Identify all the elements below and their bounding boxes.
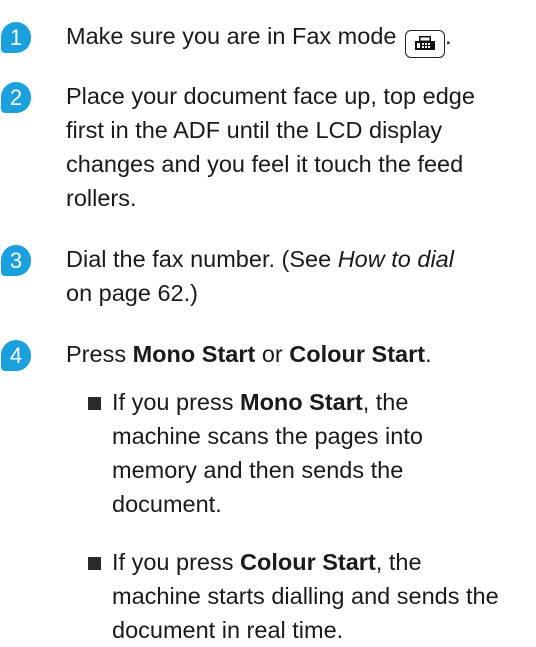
step-1-text: Make sure you are in Fax mode .: [66, 19, 531, 58]
bullet-lead: If you press: [112, 389, 240, 415]
bullet-text: If you press Mono Start, the machine sca…: [112, 385, 423, 521]
step-3-text: Dial the fax number. (See How to dial on…: [66, 242, 531, 310]
step-2-line: first in the ADF until the LCD display: [66, 117, 443, 143]
step-4-or-text: or: [255, 341, 290, 367]
step-number-badge: 1: [1, 22, 31, 53]
fax-icon: [415, 36, 435, 50]
step-2-line: rollers.: [66, 185, 137, 211]
bullet-line: machine starts dialling and sends the: [112, 583, 499, 609]
step-4-text: Press Mono Start or Colour Start.: [66, 337, 531, 371]
step-4-press-text: Press: [66, 341, 133, 367]
step-number-badge: 3: [1, 245, 31, 276]
bullet-line: machine scans the pages into: [112, 423, 423, 449]
bullet-line: document in real time.: [112, 617, 344, 643]
mono-start-key: Mono Start: [240, 389, 363, 415]
step-1-period: .: [445, 23, 452, 49]
colour-start-key: Colour Start: [240, 549, 376, 575]
mono-start-key: Mono Start: [132, 341, 256, 367]
step-2-line: changes and you feel it touch the feed: [66, 151, 464, 177]
bullet-after: , the: [375, 549, 422, 575]
step-number-badge: 2: [1, 82, 31, 113]
bullet-square-icon: [88, 557, 101, 570]
step-2-line: Place your document face up, top edge: [66, 83, 475, 109]
bullet-line: document.: [112, 491, 222, 517]
step-3-instruction: Dial the fax number. (See: [66, 246, 338, 272]
step-2-text: Place your document face up, top edge fi…: [66, 79, 531, 215]
step-1-instruction: Make sure you are in Fax mode: [66, 23, 397, 49]
bullet-lead: If you press: [112, 549, 240, 575]
bullet-after: , the: [362, 389, 409, 415]
bullet-square-icon: [88, 397, 101, 410]
step-number-badge: 4: [1, 340, 31, 371]
how-to-dial-reference: How to dial: [337, 246, 454, 272]
step-4-period: .: [425, 341, 432, 367]
colour-start-key: Colour Start: [289, 341, 426, 367]
bullet-text: If you press Colour Start, the machine s…: [112, 545, 499, 647]
fax-mode-button-icon: [405, 30, 445, 58]
bullet-line: memory and then sends the: [112, 457, 404, 483]
step-3-page-reference: on page 62.): [66, 280, 198, 306]
